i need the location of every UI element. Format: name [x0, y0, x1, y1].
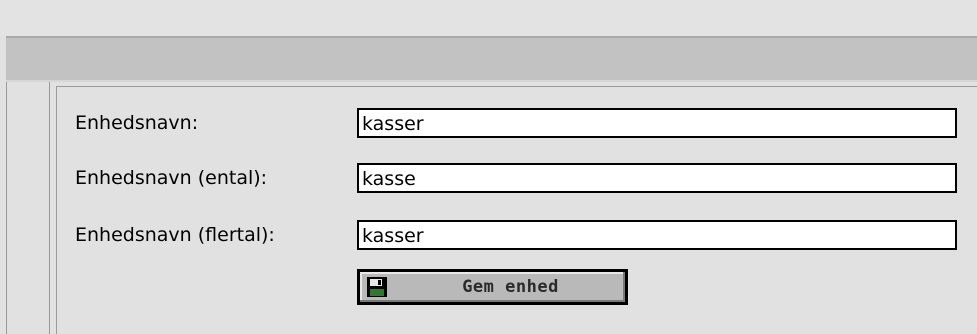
- save-unit-button[interactable]: Gem enhed: [357, 269, 628, 305]
- left-gutter: [6, 82, 50, 334]
- form-row-unit-name: Enhedsnavn:: [57, 108, 977, 138]
- unit-form-panel: Enhedsnavn: Enhedsnavn (ental): Enhedsna…: [56, 86, 977, 334]
- unit-name-plural-input[interactable]: [357, 220, 957, 250]
- unit-name-input[interactable]: [357, 108, 957, 138]
- form-row-unit-name-singular: Enhedsnavn (ental):: [57, 163, 977, 193]
- header-bar: [6, 36, 977, 82]
- floppy-disk-icon: [367, 277, 387, 297]
- save-unit-button-label: Gem enhed: [462, 277, 559, 297]
- unit-name-plural-label: Enhedsnavn (flertal):: [75, 224, 275, 246]
- top-strip: [0, 0, 977, 36]
- unit-name-singular-label: Enhedsnavn (ental):: [75, 167, 268, 189]
- unit-name-label: Enhedsnavn:: [75, 112, 199, 134]
- unit-name-singular-input[interactable]: [357, 163, 957, 193]
- form-row-unit-name-plural: Enhedsnavn (flertal):: [57, 220, 977, 250]
